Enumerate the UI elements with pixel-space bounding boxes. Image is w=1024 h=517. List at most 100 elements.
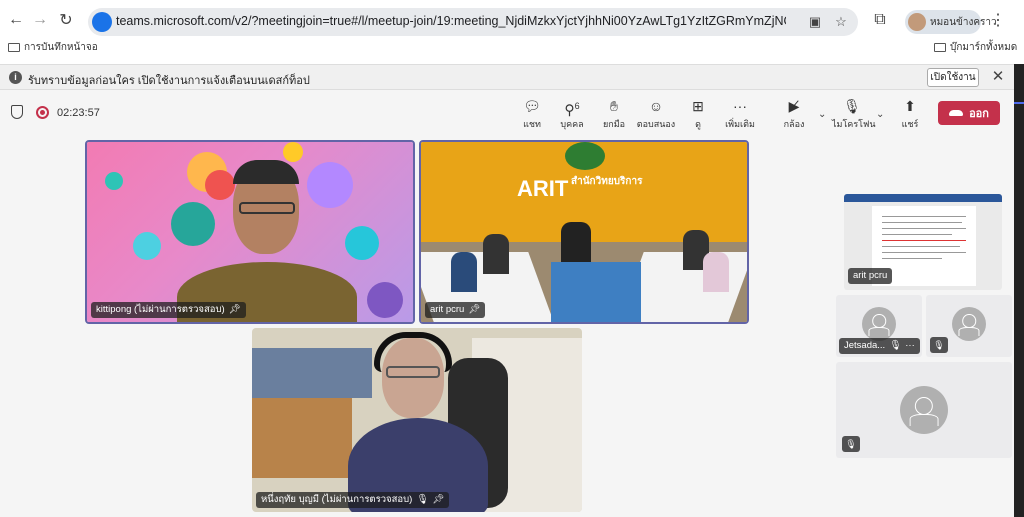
participant-tile-jetsada[interactable]: Jetsada... 🎙︎ ···	[836, 295, 922, 357]
attendee	[451, 252, 477, 292]
attendee	[703, 252, 729, 292]
bookmark-star-icon[interactable]: ☆	[832, 13, 850, 31]
meeting-toolbar: 02:23:57 💬︎ แชท ⚲6 บุคคล ✋︎ ยกมือ ☺ ตอบส…	[0, 91, 1014, 135]
mic-off-icon: 🎙︎	[842, 436, 860, 452]
people-button[interactable]: ⚲6 บุคคล	[552, 97, 592, 131]
arit-logo-text: ARIT	[517, 176, 569, 201]
notification-message: รับทราบข้อมูลก่อนใคร เปิดใช้งานการแจ้งเต…	[28, 75, 310, 87]
url-text: teams.microsoft.com/v2/?meetingjoin=true…	[116, 14, 786, 28]
avatar	[908, 13, 926, 31]
video-tile-kittipong[interactable]: kittipong (ไม่ผ่านการตรวจสอบ) 📌︎	[85, 140, 415, 324]
glasses	[239, 202, 295, 214]
participant-name-tag: arit pcru	[848, 268, 893, 284]
participant-name-tag: หนึ่งฤทัย บุญมี (ไม่ผ่านการตรวจสอบ) 🎙︎ 📌…	[256, 492, 450, 508]
video-tile-nueng[interactable]: หนึ่งฤทัย บุญมี (ไม่ผ่านการตรวจสอบ) 🎙︎ 📌…	[252, 328, 582, 512]
bookmark-folder[interactable]: การบันทึกหน้าจอ	[8, 40, 98, 55]
participant-name-tag: Jetsada... 🎙︎ ···	[839, 338, 920, 354]
chat-button[interactable]: 💬︎ แชท	[512, 97, 552, 131]
reload-icon[interactable]: ↻	[54, 8, 78, 32]
participant-name: หนึ่งฤทัย บุญมี (ไม่ผ่านการตรวจสอบ)	[261, 494, 413, 505]
logo-emblem	[565, 142, 605, 170]
share-icon: ⬆	[904, 98, 916, 114]
profile-button[interactable]: หมอนข้างคราว	[905, 10, 997, 34]
leave-button[interactable]: ออก	[938, 101, 1000, 125]
close-icon[interactable]: ✕	[990, 68, 1006, 86]
screen-share-thumbnail[interactable]: arit pcru	[844, 194, 1002, 290]
pin-icon: 📌︎	[432, 494, 445, 505]
people-label: บุคคล	[560, 119, 584, 129]
install-app-icon[interactable]: ▣	[806, 13, 824, 31]
address-bar[interactable]: teams.microsoft.com/v2/?meetingjoin=true…	[88, 8, 858, 36]
bubble-decoration	[283, 142, 303, 162]
mic-off-icon: 🎙︎	[930, 337, 948, 353]
recording-icon	[36, 106, 49, 119]
folder-icon	[8, 43, 20, 52]
raise-hand-label: ยกมือ	[602, 119, 626, 129]
all-bookmarks-folder[interactable]: บุ๊กมาร์กทั้งหมด	[934, 40, 1017, 55]
folder-icon	[934, 43, 946, 52]
participant-tile[interactable]: 🎙︎	[926, 295, 1012, 357]
phone-hangup-icon	[949, 110, 964, 116]
video-tile-arit-pcru[interactable]: ARIT สำนักวิทยบริการ arit pcru 📌︎	[419, 140, 749, 324]
view-label: ดู	[695, 119, 701, 129]
flower-display	[551, 262, 641, 322]
browser-nav-row: ← → ↻ teams.microsoft.com/v2/?meetingjoi…	[0, 4, 1024, 36]
leave-label: ออก	[969, 108, 989, 120]
participant-name: Jetsada...	[844, 340, 886, 351]
more-icon[interactable]: ···	[905, 338, 915, 354]
react-label: ตอบสนอง	[636, 119, 676, 129]
chevron-down-icon[interactable]: ⌄	[818, 109, 826, 120]
window-edge	[1014, 64, 1024, 517]
pin-icon: 📌︎	[228, 304, 241, 315]
shield-icon	[11, 105, 23, 119]
camera-off-icon: ▶̸	[788, 98, 800, 114]
raise-hand-button[interactable]: ✋︎ ยกมือ	[594, 97, 634, 131]
hair	[233, 160, 299, 184]
profile-name: หมอนข้างคราว	[930, 17, 997, 28]
glasses	[386, 366, 440, 378]
bubble-decoration	[105, 172, 123, 190]
all-bookmarks-label: บุ๊กมาร์กทั้งหมด	[950, 42, 1018, 53]
browser-chrome: ← → ↻ teams.microsoft.com/v2/?meetingjoi…	[0, 0, 1024, 64]
grid-view-icon: ⊞	[692, 98, 704, 114]
browser-menu-icon[interactable]: ⋮	[990, 12, 1006, 32]
avatar	[862, 307, 896, 341]
enable-notifications-button[interactable]: เปิดใช้งาน	[927, 68, 979, 87]
more-label: เพิ่มเติม	[725, 119, 755, 129]
shelves	[252, 348, 372, 398]
participant-name-tag: arit pcru 📌︎	[425, 302, 486, 318]
info-icon: i	[9, 71, 22, 84]
more-button[interactable]: ··· เพิ่มเติม	[720, 97, 760, 131]
share-label: แชร์	[901, 119, 919, 129]
microphone-button[interactable]: 🎙︎ ไมโครโฟน	[832, 97, 876, 131]
forward-arrow-icon[interactable]: →	[28, 8, 52, 32]
arit-subtitle: สำนักวิทยบริการ	[571, 176, 643, 187]
back-arrow-icon[interactable]: ←	[4, 8, 28, 32]
cabinet	[252, 398, 352, 478]
bubble-decoration	[367, 282, 403, 318]
mic-off-icon: 🎙︎	[843, 98, 861, 114]
view-button[interactable]: ⊞ ดู	[678, 97, 718, 131]
attendee	[483, 234, 509, 274]
meeting-timer: 02:23:57	[57, 107, 100, 119]
word-titlebar	[844, 194, 1002, 202]
bookmark-label: การบันทึกหน้าจอ	[24, 42, 98, 53]
participant-tile[interactable]: 🎙︎	[836, 362, 1012, 458]
attendee	[561, 222, 591, 262]
extensions-icon[interactable]: ⧉	[868, 8, 892, 32]
bookmarks-bar: การบันทึกหน้าจอ บุ๊กมาร์กทั้งหมด	[0, 38, 1024, 58]
camera-button[interactable]: ▶̸ กล้อง	[774, 97, 814, 131]
share-button[interactable]: ⬆ แชร์	[890, 97, 930, 131]
more-icon: ···	[733, 98, 747, 114]
raise-hand-icon: ✋︎	[610, 98, 618, 114]
chevron-down-icon[interactable]: ⌄	[876, 109, 884, 120]
react-button[interactable]: ☺ ตอบสนอง	[636, 97, 676, 131]
bubble-decoration	[205, 170, 235, 200]
participant-name: arit pcru	[430, 304, 465, 315]
mic-site-icon	[92, 12, 112, 32]
smile-icon: ☺	[648, 98, 664, 114]
bubble-decoration	[171, 202, 215, 246]
pin-icon: 📌︎	[468, 304, 481, 315]
participant-name-tag: kittipong (ไม่ผ่านการตรวจสอบ) 📌︎	[91, 302, 246, 318]
participant-name: arit pcru	[853, 270, 888, 281]
